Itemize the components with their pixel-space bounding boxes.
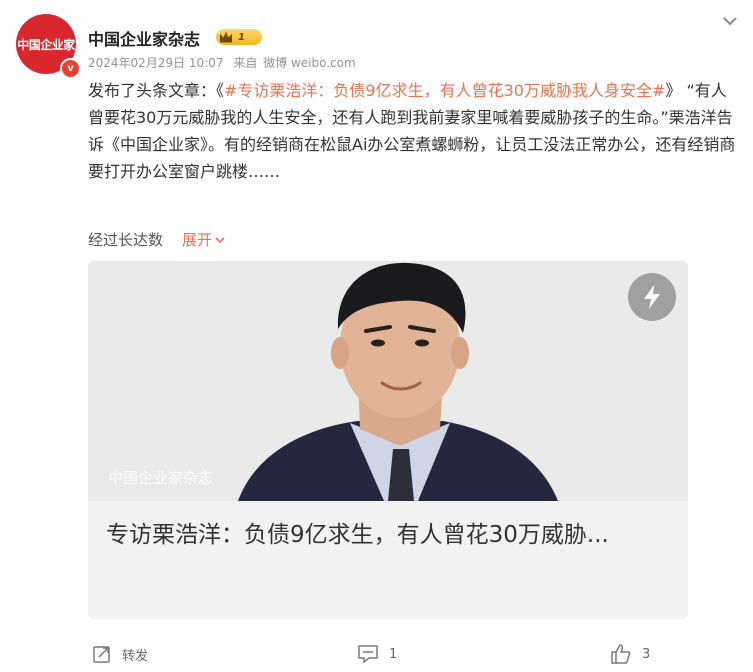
image-watermark: 中国企业家杂志 — [108, 469, 214, 487]
crown-icon — [220, 31, 232, 43]
comment-button[interactable]: 1 — [357, 644, 397, 664]
article-title[interactable]: 专访栗浩洋：负债9亿求生，有人曾花30万威胁... — [106, 517, 666, 553]
article-cover-image: 中国企业家杂志 — [88, 261, 688, 501]
topic-link[interactable]: #专访栗浩洋：负债9亿求生，有人曾花30万威胁我人身安全# — [224, 81, 665, 100]
post-source[interactable]: 微博 weibo.com — [263, 56, 356, 70]
crown-badge[interactable]: 1 — [216, 29, 262, 45]
bolt-icon[interactable] — [628, 273, 676, 321]
level-number: 1 — [238, 31, 245, 43]
chevron-down-icon — [215, 236, 225, 243]
repost-button[interactable]: 转发 — [92, 644, 148, 664]
post-lead: 发布了头条文章：《 — [88, 81, 225, 100]
like-button[interactable]: 3 — [610, 644, 650, 664]
repost-label: 转发 — [122, 648, 149, 664]
comment-icon — [358, 645, 378, 664]
like-icon — [611, 644, 631, 664]
repost-icon — [93, 646, 110, 663]
expand-button[interactable]: 展开 — [182, 229, 226, 250]
action-bar: 转发 1 3 — [0, 644, 753, 668]
article-card[interactable]: 中国企业家杂志 专访栗浩洋：负债9亿求生，有人曾花30万威胁... — [88, 261, 688, 619]
translation-text: 经过长达数 — [88, 231, 164, 249]
post-date[interactable]: 2024年02月29日 10:07 — [88, 56, 223, 70]
account-name[interactable]: 中国企业家杂志 — [88, 26, 200, 50]
like-count: 3 — [642, 646, 651, 662]
source-prefix: 来自 — [233, 56, 258, 70]
comment-count: 1 — [389, 646, 398, 662]
avatar-text: 中国企业家 — [17, 37, 75, 52]
expand-label: 展开 — [182, 231, 213, 249]
post-text: 发布了头条文章：《#专访栗浩洋：负债9亿求生，有人曾花30万威胁我人身安全#》 … — [88, 77, 738, 185]
verified-icon: v — [60, 58, 81, 79]
chevron-down-icon[interactable] — [719, 10, 741, 32]
post-meta: 2024年02月29日 10:07 来自 微博 weibo.com — [88, 54, 362, 71]
